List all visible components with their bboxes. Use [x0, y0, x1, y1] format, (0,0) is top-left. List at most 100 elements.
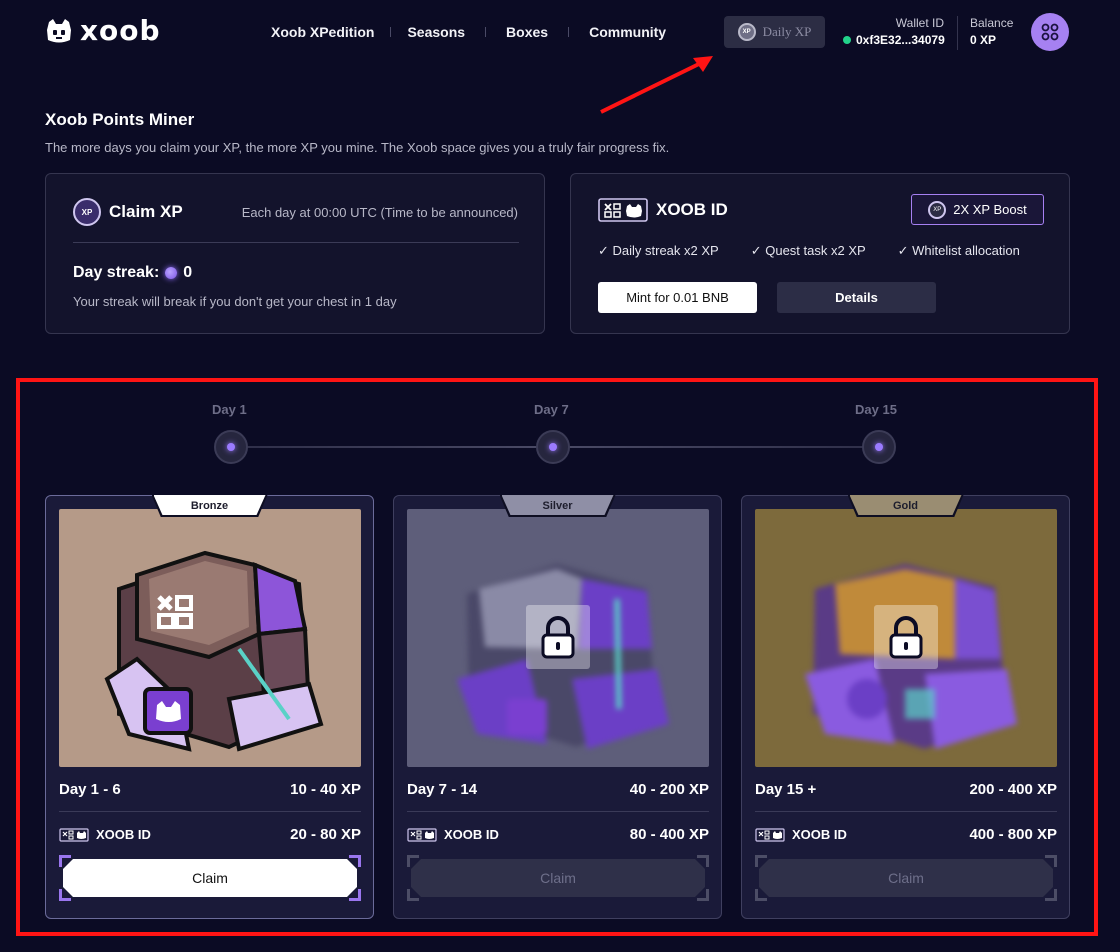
card-divider — [755, 811, 1057, 812]
grid-menu-icon — [1041, 23, 1059, 41]
claim-button-label: Claim — [411, 859, 705, 897]
page-title: Xoob Points Miner — [45, 110, 195, 129]
claim-xp-header: XP Claim XP — [73, 198, 183, 226]
xoob-id-tag-label: XOOB ID — [792, 827, 847, 842]
day-streak: Day streak: 0 — [73, 264, 192, 282]
base-reward-row: Day 1 - 6 10 - 40 XP — [59, 781, 361, 798]
day-streak-label: Day streak: — [73, 264, 160, 281]
wallet-address[interactable]: 0xf3E32...34079 — [856, 33, 945, 47]
xoob-id-perks: ✓ Daily streak x2 XP ✓ Quest task x2 XP … — [598, 243, 1020, 259]
tier-tab-gold: Gold — [847, 495, 964, 517]
base-reward-row: Day 7 - 14 40 - 200 XP — [407, 781, 709, 798]
top-header: xoob Xoob XPedition Seasons Boxes Commun… — [0, 0, 1120, 66]
timeline-node-core — [227, 443, 235, 451]
app-menu-button[interactable] — [1031, 13, 1069, 51]
xoob-id-tag-label: XOOB ID — [96, 827, 151, 842]
wallet-label: Wallet ID — [895, 16, 944, 30]
bronze-chest-icon — [104, 550, 324, 752]
xoob-id-card-icon — [407, 827, 437, 842]
claim-xp-panel: XP Claim XP Each day at 00:00 UTC (Time … — [45, 173, 545, 334]
page-subtitle: The more days you claim your XP, the mor… — [45, 140, 670, 155]
claim-button-silver[interactable]: Claim — [407, 855, 709, 901]
tier-label: Silver — [542, 500, 573, 512]
nav-divider — [485, 27, 487, 37]
xoob-id-tag-label: XOOB ID — [444, 827, 499, 842]
xoob-id-header: XOOB ID — [598, 198, 728, 222]
xoob-id-tag: XOOB ID — [59, 827, 151, 842]
perk-quest-task: ✓ Quest task x2 XP — [750, 243, 866, 258]
wallet-info: Wallet ID 0xf3E32...34079 — [843, 16, 945, 49]
claim-button-label: Claim — [759, 859, 1053, 897]
xoob-id-card-icon — [59, 827, 89, 842]
xp-badge-icon: XP — [73, 198, 101, 226]
lock-overlay — [874, 605, 938, 669]
timeline-label-day15: Day 15 — [855, 402, 897, 417]
xoob-id-reward-row: XOOB ID 400 - 800 XP — [755, 826, 1057, 843]
xoob-id-tag: XOOB ID — [407, 827, 499, 842]
perk-daily-streak: ✓ Daily streak x2 XP — [598, 243, 719, 258]
claim-button-label: Claim — [63, 859, 357, 897]
day-range: Day 7 - 14 — [407, 781, 478, 798]
nav-community[interactable]: Community — [589, 24, 666, 40]
lock-overlay — [526, 605, 590, 669]
xp-range: 10 - 40 XP — [290, 781, 361, 798]
xoob-id-xp-range: 20 - 80 XP — [290, 826, 361, 843]
balance-value: 0 XP — [970, 33, 997, 47]
header-divider — [957, 16, 958, 50]
timeline-node-core — [875, 443, 883, 451]
xoob-id-reward-row: XOOB ID 80 - 400 XP — [407, 826, 709, 843]
nav-seasons[interactable]: Seasons — [407, 24, 465, 40]
chest-image-gold — [755, 509, 1057, 767]
claim-button-gold[interactable]: Claim — [755, 855, 1057, 901]
details-button[interactable]: Details — [777, 282, 936, 313]
mint-button[interactable]: Mint for 0.01 BNB — [598, 282, 757, 313]
daily-xp-button[interactable]: XP Daily XP — [724, 16, 825, 48]
connected-status-dot-icon — [843, 36, 851, 44]
chest-card-gold: Gold Day 15 + 200 - 400 XP XOOB ID 400 -… — [741, 495, 1070, 919]
nav-xpedition[interactable]: Xoob XPedition — [271, 24, 374, 40]
xp-range: 40 - 200 XP — [629, 781, 709, 798]
tier-tab-silver: Silver — [499, 495, 616, 517]
timeline-label-day7: Day 7 — [534, 402, 569, 417]
lock-icon — [541, 616, 575, 659]
timeline-node-day1 — [214, 430, 248, 464]
daily-xp-label: Daily XP — [762, 24, 812, 39]
chest-card-silver: Silver Day 7 - 14 40 - 200 XP XOOB ID 80… — [393, 495, 722, 919]
annotation-arrow-icon — [600, 56, 713, 114]
streak-warning: Your streak will break if you don't get … — [73, 294, 397, 309]
nav-divider — [568, 27, 570, 37]
tier-tab-bronze: Bronze — [151, 495, 268, 517]
card-divider — [407, 811, 709, 812]
xp-coin-icon: XP — [737, 23, 756, 41]
xoob-id-tag: XOOB ID — [755, 827, 847, 842]
logo-text: xoob — [80, 14, 161, 47]
xoob-id-reward-row: XOOB ID 20 - 80 XP — [59, 826, 361, 843]
day-streak-value: 0 — [183, 264, 193, 281]
nav-boxes[interactable]: Boxes — [506, 24, 548, 40]
xoob-logo-icon — [47, 19, 71, 43]
chest-image-bronze — [59, 509, 361, 767]
boost-coin-icon: XP — [928, 200, 947, 219]
panel-divider — [73, 242, 519, 243]
balance-info: Balance 0 XP — [970, 16, 1013, 47]
xoob-id-xp-range: 400 - 800 XP — [969, 826, 1057, 843]
card-divider — [59, 811, 361, 812]
xoob-logo[interactable]: xoob — [44, 16, 161, 46]
chest-card-bronze: Bronze Day 1 - 6 10 - 40 XP XOOB ID 20 -… — [45, 495, 374, 919]
claim-button-bronze[interactable]: Claim — [59, 855, 361, 901]
wallet-value-row: 0xf3E32...34079 — [843, 33, 945, 47]
balance-label: Balance — [970, 16, 1014, 30]
claim-xp-title: Claim XP — [109, 202, 183, 221]
timeline-label-day1: Day 1 — [212, 402, 247, 417]
lock-icon — [889, 616, 923, 659]
day-range: Day 1 - 6 — [59, 781, 121, 798]
timeline-node-core — [549, 443, 557, 451]
xp-range: 200 - 400 XP — [969, 781, 1057, 798]
timeline-node-day15 — [862, 430, 896, 464]
streak-orb-icon — [165, 267, 178, 279]
timeline-node-day7 — [536, 430, 570, 464]
tier-label: Bronze — [190, 500, 229, 512]
nav-divider — [390, 27, 392, 37]
xoob-id-xp-range: 80 - 400 XP — [629, 826, 709, 843]
xp-boost-button[interactable]: XP 2X XP Boost — [911, 194, 1044, 225]
